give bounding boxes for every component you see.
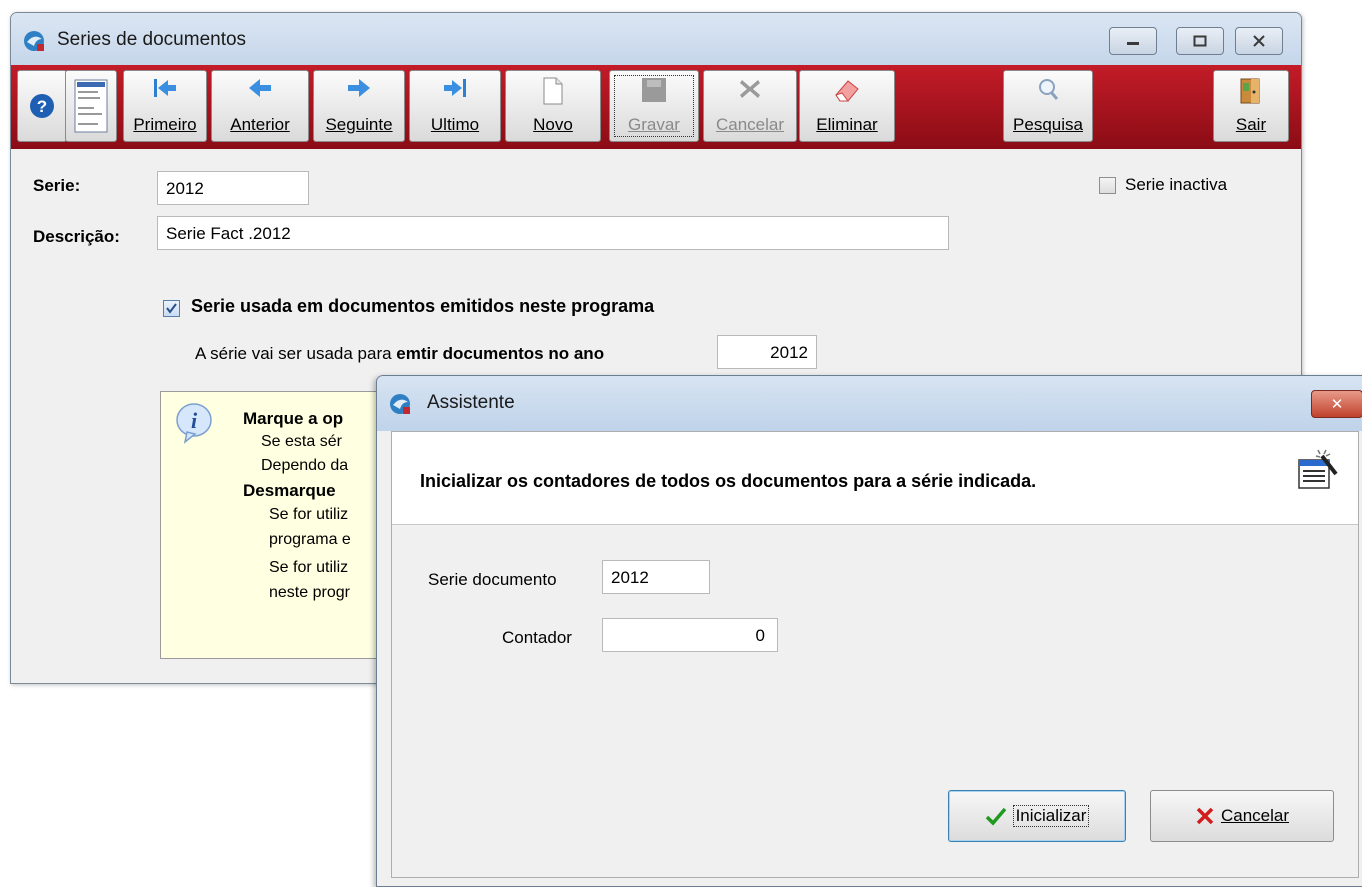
exit-door-icon [1240, 78, 1260, 104]
anterior-button[interactable]: Anterior [211, 70, 309, 142]
first-record-icon [154, 79, 176, 97]
novo-label: Novo [533, 115, 573, 134]
pesquisa-label: Pesquisa [1013, 115, 1083, 134]
descricao-input[interactable]: Serie Fact .2012 [157, 216, 949, 250]
anterior-label: Anterior [230, 115, 290, 134]
sair-button[interactable]: Sair [1213, 70, 1289, 142]
close-icon [1253, 35, 1265, 47]
cancelar-toolbar-label: Cancelar [715, 115, 785, 134]
ultimo-label: Ultimo [430, 115, 480, 134]
eliminar-label: Eliminar [816, 115, 878, 134]
sair-label: Sair [1235, 115, 1267, 134]
wizard-icon [1298, 449, 1338, 489]
next-record-icon [348, 79, 370, 97]
dialog-body: Inicializar os contadores de todos os do… [391, 431, 1359, 878]
cancelar-label: Cancelar [1220, 806, 1290, 825]
ano-input[interactable]: 2012 [717, 335, 817, 369]
ultimo-button[interactable]: Ultimo [409, 70, 501, 142]
eraser-icon [835, 80, 859, 102]
serie-inactiva-checkbox[interactable] [1099, 177, 1116, 194]
serie-input[interactable]: 2012 [157, 171, 309, 205]
maximize-button[interactable] [1176, 27, 1224, 55]
info-line-3: Dependo da [261, 457, 349, 474]
ano-label: A série vai ser usada para emtir documen… [195, 344, 604, 364]
serie-usada-label: Serie usada em documentos emitidos neste… [191, 296, 655, 316]
svg-text:?: ? [37, 97, 47, 116]
contador-label: Contador [502, 628, 572, 647]
close-button[interactable] [1235, 27, 1283, 55]
checkmark-icon [985, 807, 1006, 826]
cancelar-toolbar-button[interactable]: Cancelar [703, 70, 797, 142]
save-icon [642, 78, 666, 102]
contador-input[interactable]: 0 [602, 618, 778, 652]
primeiro-label: Primeiro [133, 115, 197, 134]
svg-text:i: i [191, 408, 198, 433]
info-line-7: Se for utiliz [269, 559, 349, 576]
maximize-icon [1193, 35, 1207, 47]
dialog-header-text: Inicializar os contadores de todos os do… [420, 471, 1037, 491]
serie-inactiva-label: Serie inactiva [1125, 175, 1228, 194]
minimize-button[interactable] [1109, 27, 1157, 55]
ano-label-prefix: A série vai ser usada para [195, 344, 397, 363]
assistente-dialog: Assistente ✕ Inicializar os contadores d… [376, 375, 1362, 887]
serie-label: Serie: [33, 176, 81, 195]
info-line-8: neste progr [269, 584, 350, 601]
dialog-title: Assistente [427, 392, 515, 413]
gravar-button[interactable]: Gravar [609, 70, 699, 142]
primeiro-button[interactable]: Primeiro [123, 70, 207, 142]
info-line-5: Se for utiliz [269, 506, 349, 523]
dialog-app-icon [390, 394, 410, 414]
toolbar: ? Primeiro Anterior Seguinte Ultimo Novo… [11, 65, 1301, 149]
info-icon: i [176, 403, 212, 444]
dialog-title-bar: Assistente ✕ [377, 376, 1362, 431]
info-line-1: Marque a op [243, 409, 344, 428]
cancel-icon [740, 80, 760, 98]
descricao-label: Descrição: [33, 227, 120, 246]
previous-record-icon [249, 79, 271, 97]
help-button[interactable]: ? [17, 70, 67, 142]
serie-usada-checkbox[interactable] [163, 300, 180, 317]
info-line-6: programa e [269, 531, 351, 548]
cancelar-button[interactable]: Cancelar [1150, 790, 1334, 842]
last-record-icon [444, 79, 466, 97]
serie-documento-input[interactable]: 2012 [602, 560, 710, 594]
close-icon: ✕ [1330, 396, 1344, 413]
help-icon: ? [30, 94, 54, 118]
gravar-label: Gravar [628, 115, 680, 134]
pesquisa-button[interactable]: Pesquisa [1003, 70, 1093, 142]
info-line-2: Se esta sér [261, 433, 342, 450]
app-icon [24, 31, 44, 51]
info-line-4: Desmarque [243, 481, 336, 500]
check-icon [166, 303, 177, 314]
minimize-icon [1127, 42, 1139, 45]
inicializar-button[interactable]: Inicializar [948, 790, 1126, 842]
seguinte-button[interactable]: Seguinte [313, 70, 405, 142]
seguinte-label: Seguinte [325, 115, 393, 134]
novo-button[interactable]: Novo [505, 70, 601, 142]
dialog-header: Inicializar os contadores de todos os do… [392, 432, 1358, 525]
list-icon [74, 79, 108, 133]
ano-label-bold: emtir documentos no ano [396, 344, 605, 363]
window-title: Series de documentos [57, 29, 247, 50]
inicializar-label: Inicializar [1012, 805, 1090, 827]
title-bar: Series de documentos [11, 13, 1301, 65]
list-button[interactable] [65, 70, 117, 142]
dialog-close-button[interactable]: ✕ [1311, 390, 1362, 418]
cancel-x-icon [1196, 807, 1214, 825]
new-document-icon [543, 77, 563, 105]
search-icon [1039, 79, 1059, 100]
serie-documento-label: Serie documento [428, 570, 557, 589]
eliminar-button[interactable]: Eliminar [799, 70, 895, 142]
